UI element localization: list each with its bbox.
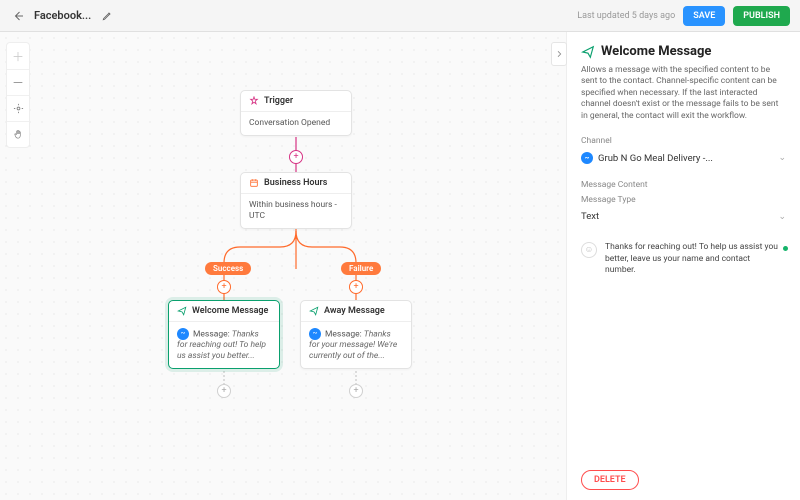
calendar-icon bbox=[249, 178, 259, 188]
chevron-down-icon: ⌄ bbox=[778, 212, 786, 222]
node-away-message[interactable]: Away Message ~Message: Thanks for your m… bbox=[300, 300, 412, 369]
chevron-down-icon: ⌄ bbox=[778, 153, 786, 163]
workflow-canvas[interactable]: ＋ － Trigger Conversation Opened + Busine… bbox=[0, 32, 566, 500]
send-icon bbox=[177, 306, 187, 316]
messenger-icon: ~ bbox=[581, 152, 593, 164]
channel-icon: ~ bbox=[309, 328, 321, 340]
message-editor[interactable]: ☺ Thanks for reaching out! To help us as… bbox=[581, 242, 786, 276]
back-icon[interactable] bbox=[10, 8, 26, 24]
trigger-icon bbox=[249, 96, 259, 106]
message-type-select[interactable]: Text ⌄ bbox=[581, 208, 786, 226]
emoji-icon[interactable]: ☺ bbox=[581, 242, 597, 258]
add-step-button[interactable]: + bbox=[217, 384, 231, 398]
inspector-panel: Welcome Message Allows a message with th… bbox=[566, 32, 800, 500]
edit-icon[interactable] bbox=[99, 8, 115, 24]
top-bar: Facebook... Last updated 5 days ago SAVE… bbox=[0, 0, 800, 32]
panel-description: Allows a message with the specified cont… bbox=[581, 65, 786, 122]
node-body: Within business hours - UTC bbox=[241, 194, 351, 228]
send-icon bbox=[309, 306, 319, 316]
delete-button[interactable]: DELETE bbox=[581, 470, 639, 490]
content-label: Message Content bbox=[581, 180, 786, 190]
branch-success: Success bbox=[205, 262, 251, 275]
fit-icon[interactable] bbox=[7, 95, 29, 121]
node-welcome-message[interactable]: Welcome Message ~Message: Thanks for rea… bbox=[168, 300, 280, 369]
node-body: Conversation Opened bbox=[241, 112, 351, 135]
publish-button[interactable]: PUBLISH bbox=[733, 6, 790, 26]
channel-icon: ~ bbox=[177, 328, 189, 340]
add-step-button[interactable]: + bbox=[349, 384, 363, 398]
node-title: Welcome Message bbox=[192, 306, 268, 316]
type-label: Message Type bbox=[581, 195, 786, 205]
send-icon bbox=[581, 45, 595, 59]
panel-title: Welcome Message bbox=[581, 44, 786, 59]
node-title: Business Hours bbox=[264, 178, 327, 188]
node-title: Trigger bbox=[264, 96, 293, 106]
node-business-hours[interactable]: Business Hours Within business hours - U… bbox=[240, 172, 352, 229]
status-dot bbox=[783, 246, 788, 251]
channel-label: Channel bbox=[581, 136, 786, 146]
panel-collapse-icon[interactable] bbox=[551, 42, 567, 66]
workflow-title: Facebook... bbox=[34, 9, 91, 22]
add-step-button[interactable]: + bbox=[289, 150, 303, 164]
zoom-in-icon[interactable]: ＋ bbox=[7, 43, 29, 69]
last-updated: Last updated 5 days ago bbox=[577, 11, 675, 21]
node-body: ~Message: Thanks for your message! We're… bbox=[301, 322, 411, 368]
branch-failure: Failure bbox=[341, 262, 381, 275]
node-body: ~Message: Thanks for reaching out! To he… bbox=[169, 322, 279, 368]
add-step-button[interactable]: + bbox=[217, 280, 231, 294]
node-title: Away Message bbox=[324, 306, 385, 316]
save-button[interactable]: SAVE bbox=[683, 6, 725, 26]
pan-icon[interactable] bbox=[7, 121, 29, 147]
node-trigger[interactable]: Trigger Conversation Opened bbox=[240, 90, 352, 136]
zoom-out-icon[interactable]: － bbox=[7, 69, 29, 95]
add-step-button[interactable]: + bbox=[349, 280, 363, 294]
channel-select[interactable]: ~Grub N Go Meal Delivery -... ⌄ bbox=[581, 149, 786, 168]
canvas-toolbar: ＋ － bbox=[6, 42, 30, 148]
